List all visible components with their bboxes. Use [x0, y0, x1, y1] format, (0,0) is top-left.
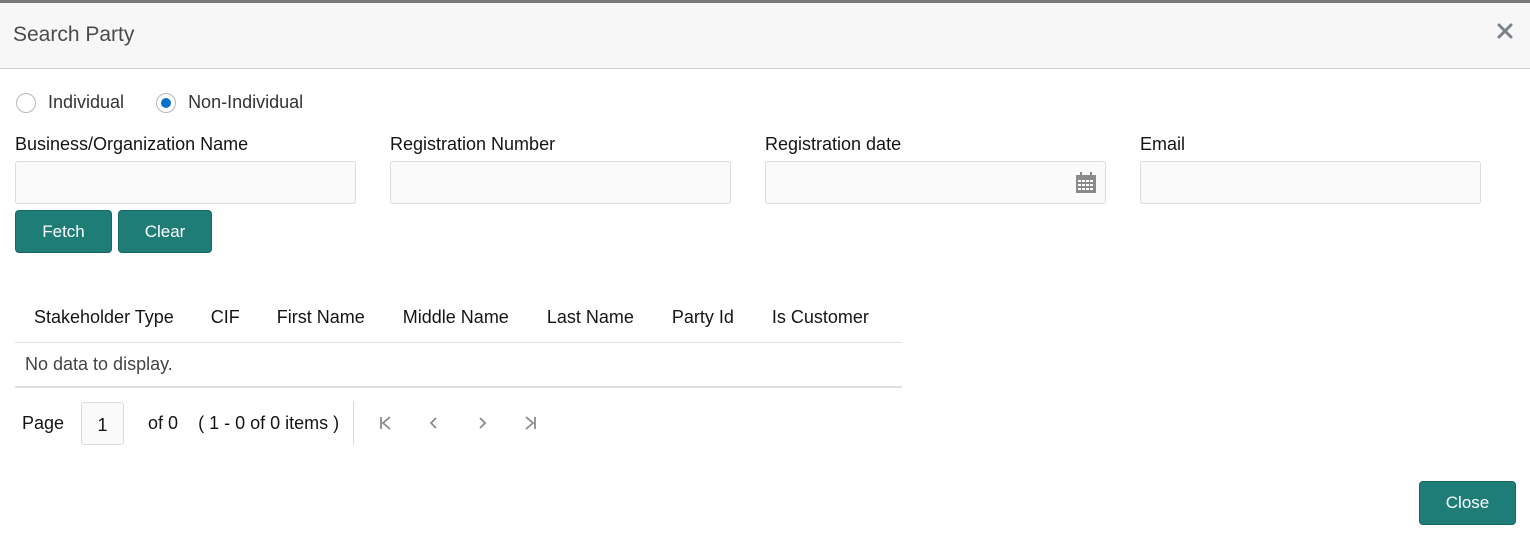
pagination-divider	[353, 401, 355, 445]
fetch-button[interactable]: Fetch	[15, 210, 112, 253]
empty-table-message: No data to display.	[15, 343, 902, 388]
radio-non-individual[interactable]: Non-Individual	[156, 92, 303, 113]
dialog-header: Search Party	[0, 3, 1530, 69]
radio-individual-circle[interactable]	[16, 92, 36, 113]
radio-individual-label: Individual	[48, 92, 125, 112]
column-header-stakeholder-type[interactable]: Stakeholder Type	[15, 307, 174, 328]
first-page-icon	[380, 416, 391, 430]
business-name-input[interactable]	[16, 162, 355, 203]
business-name-field: Business/Organization Name	[15, 134, 356, 204]
registration-number-label: Registration Number	[390, 134, 556, 154]
column-header-first-name[interactable]: First Name	[240, 307, 365, 328]
last-page-icon	[525, 416, 537, 430]
first-page-button[interactable]	[376, 413, 396, 433]
email-label: Email	[1140, 134, 1186, 154]
column-header-party-id[interactable]: Party Id	[634, 307, 734, 328]
last-page-button[interactable]	[520, 413, 540, 433]
column-header-cif[interactable]: CIF	[174, 307, 240, 328]
registration-date-field: Registration date	[765, 134, 1106, 204]
party-type-radio-group: Individual Non-Individual	[16, 92, 335, 113]
registration-number-input-wrapper	[390, 161, 731, 204]
registration-date-label: Registration date	[765, 134, 902, 154]
dialog-title: Search Party	[13, 23, 135, 46]
calendar-icon	[1076, 172, 1096, 193]
email-input-wrapper	[1140, 161, 1481, 204]
registration-number-input[interactable]	[391, 162, 730, 203]
pagination-bar: Page 1 of 0 ( 1 - 0 of 0 items )	[15, 398, 635, 448]
registration-date-input[interactable]	[766, 162, 1105, 203]
table-header-row: Stakeholder Type CIF First Name Middle N…	[15, 293, 902, 343]
close-dialog-button[interactable]	[1494, 20, 1516, 42]
page-label: Page	[22, 412, 65, 433]
close-icon	[1497, 23, 1513, 39]
email-input[interactable]	[1141, 162, 1480, 203]
email-field: Email	[1140, 134, 1481, 204]
items-range-label: ( 1 - 0 of 0 items )	[198, 412, 340, 433]
next-page-button[interactable]	[472, 413, 492, 433]
results-table: Stakeholder Type CIF First Name Middle N…	[15, 293, 902, 388]
registration-number-field: Registration Number	[390, 134, 731, 204]
previous-page-button[interactable]	[424, 413, 444, 433]
column-header-last-name[interactable]: Last Name	[509, 307, 634, 328]
radio-non-individual-circle[interactable]	[156, 92, 177, 113]
chevron-left-icon	[429, 417, 437, 429]
page-number-input[interactable]: 1	[81, 401, 125, 445]
registration-date-input-wrapper	[765, 161, 1106, 204]
business-name-input-wrapper	[15, 161, 356, 204]
page-count-label: of 0	[148, 412, 179, 433]
calendar-button[interactable]	[1075, 172, 1097, 194]
column-header-middle-name[interactable]: Middle Name	[365, 307, 509, 328]
chevron-right-icon	[479, 417, 487, 429]
radio-non-individual-label: Non-Individual	[188, 92, 304, 112]
clear-button[interactable]: Clear	[118, 210, 212, 253]
business-name-label: Business/Organization Name	[15, 134, 249, 154]
radio-individual[interactable]: Individual	[16, 92, 124, 113]
close-button[interactable]: Close	[1419, 481, 1516, 525]
column-header-is-customer[interactable]: Is Customer	[734, 307, 869, 328]
search-party-dialog: Search Party Individual Non-Individual B…	[0, 3, 1530, 545]
